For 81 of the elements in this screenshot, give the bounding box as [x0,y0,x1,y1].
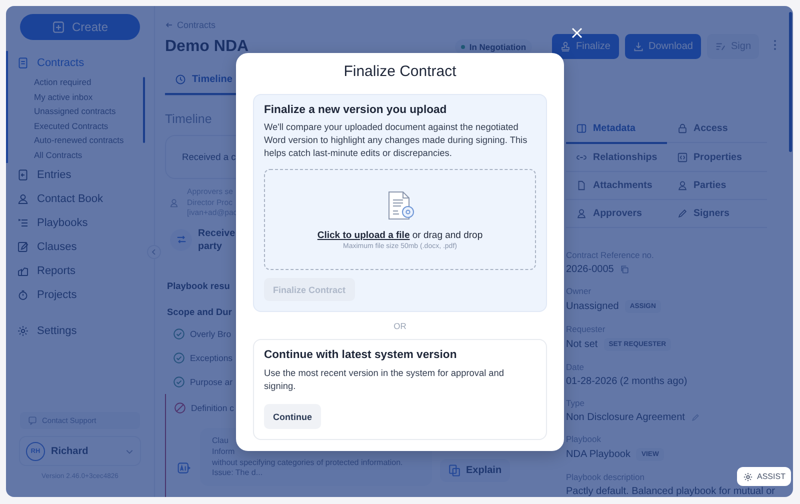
user-name: Richard [51,446,88,456]
arrow-left-icon [165,21,173,29]
pencil-square-icon [17,240,29,253]
panel-tab[interactable]: Parties [666,172,767,200]
continue-button[interactable]: Continue [264,404,321,429]
panel-tab[interactable]: Signers [666,200,767,228]
sidebar-subitem[interactable]: All Contracts [6,148,154,163]
panel-icon [576,123,587,134]
sidebar-item[interactable]: Entries [6,162,154,187]
brackets-icon [676,152,688,163]
stopwatch-icon [17,288,29,301]
copy-icon[interactable] [620,265,629,274]
chevron-left-icon [150,248,158,256]
upload-prompt: Click to upload a file or drag and drop [317,230,483,241]
pencil-icon [676,208,688,219]
person-icon [576,208,587,219]
event-title: Receive [198,226,236,240]
field-value: NDA Playbook [566,449,630,460]
page-title: Demo NDA [165,38,249,56]
panel-tab[interactable]: Relationships [566,144,666,172]
swap-arrows-icon [170,228,192,250]
scrollbar[interactable] [789,12,792,152]
panel-tab[interactable]: Properties [666,144,767,172]
check-label: Purpose ar [190,376,232,386]
create-button[interactable]: Create [20,14,140,40]
field-value: 2026-0005 [566,264,614,275]
sidebar-item[interactable]: Reports [6,258,154,283]
pencil-icon[interactable] [690,413,700,422]
panel-tab[interactable]: Attachments [566,172,666,200]
scrollbar[interactable] [143,77,145,143]
modal-title: Finalize Contract [342,63,458,80]
separator-text: OR [392,321,408,331]
list-icon [17,216,29,229]
panel-tab[interactable]: Metadata [566,115,666,144]
person-icon [676,180,688,191]
close-icon [571,27,583,39]
field-value: Pactly default. Balanced playbook for mutual or [566,486,776,497]
event-title: party [198,240,223,252]
collapse-button[interactable] [147,245,161,259]
sidebar-item[interactable]: Projects [6,282,154,307]
close-button[interactable] [570,26,584,40]
more-vertical-icon [773,39,777,51]
sidebar-item[interactable]: Playbooks [6,210,154,235]
section-description: We'll compare your uploaded document against the negotiated Word version to highlight any changes made during signing. This helps catch last-minute edits or discrepancies. [264,121,528,160]
sidebar-item[interactable]: Settings [6,318,154,343]
action-button[interactable]: Finalize [552,34,618,59]
check-label: Overly Bro [190,328,232,338]
section-description: Use the most recent version in the system for approval and signing. [264,367,506,393]
check-label: Exceptions [190,352,232,362]
gear-icon [743,472,753,482]
person-icon [169,198,179,208]
lock-icon [676,123,688,134]
section-heading: Playbook resu [167,280,230,290]
ai-icon [176,460,192,476]
status-badge: In Negotiation [455,38,532,54]
panel-tab[interactable]: Access [666,115,767,143]
upload-link[interactable]: Click to upload a file [317,230,410,241]
check-label: Definition c [191,402,234,412]
field-value: Non Disclosure Agreement [566,412,685,423]
clock-icon [175,74,186,85]
chat-icon [28,416,37,425]
file-icon [576,180,587,191]
assist-button[interactable]: ASSIST [737,467,792,486]
contact-icon [17,192,29,205]
stamp-icon [560,41,572,52]
event-text: Received a c [182,152,236,162]
sidebar-item[interactable]: Contracts [6,51,154,75]
section-heading: Finalize a new version you upload [264,104,448,116]
action-button[interactable]: Download [624,34,701,59]
signature-icon [714,41,726,52]
section-heading: Continue with latest system version [264,349,458,361]
group-heading: Scope and Dur [167,306,232,316]
explain-button[interactable]: Explain [440,458,510,482]
field-value: Unassigned [566,301,619,312]
field-value: 01-28-2026 (2 months ago) [566,376,688,387]
field-value: Not set [566,339,598,350]
plus-document-icon [52,20,65,34]
panel-tab[interactable]: Approvers [566,200,666,228]
gear-icon [17,324,29,337]
download-icon [632,41,644,52]
sidebar-item[interactable]: Contact Book [6,186,154,211]
